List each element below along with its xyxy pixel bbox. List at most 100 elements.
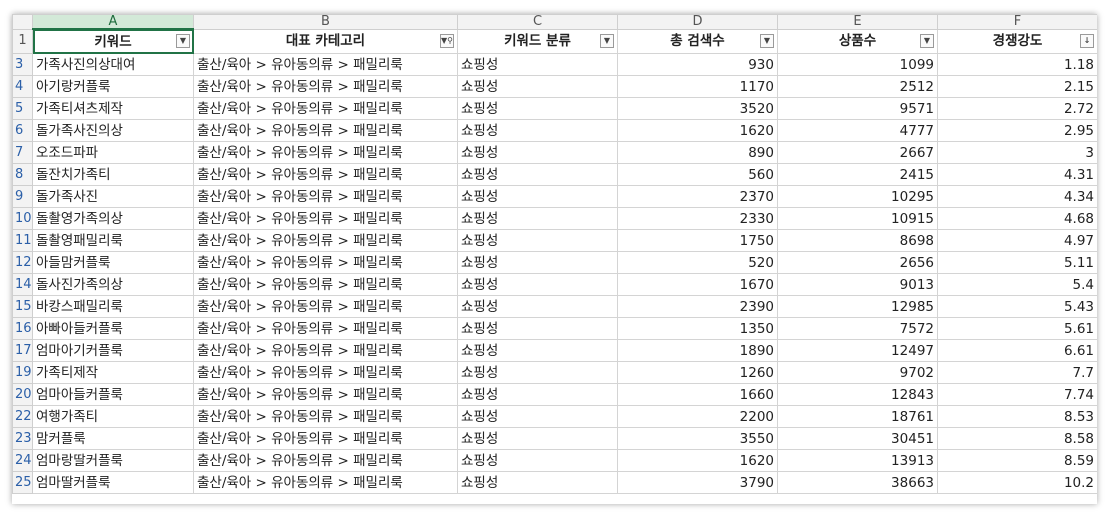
row-number[interactable]: 9 xyxy=(12,185,33,208)
cell-category[interactable]: 출산/육아 > 유아동의류 > 패밀리룩 xyxy=(193,383,458,406)
cell-competition[interactable]: 6.61 xyxy=(937,339,1097,362)
cell-keyword-type[interactable]: 쇼핑성 xyxy=(457,383,618,406)
cell-keyword-type[interactable]: 쇼핑성 xyxy=(457,229,618,252)
cell-competition[interactable]: 2.72 xyxy=(937,97,1097,120)
cell-category[interactable]: 출산/육아 > 유아동의류 > 패밀리룩 xyxy=(193,229,458,252)
cell-competition[interactable]: 10.2 xyxy=(937,471,1097,494)
cell-product-count[interactable]: 30451 xyxy=(777,427,938,450)
cell-keyword-type[interactable]: 쇼핑성 xyxy=(457,361,618,384)
header-cell-total-search[interactable]: 총 검색수 ▼ xyxy=(617,28,778,54)
cell-competition[interactable]: 5.4 xyxy=(937,273,1097,296)
cell-category[interactable]: 출산/육아 > 유아동의류 > 패밀리룩 xyxy=(193,339,458,362)
cell-keyword-type[interactable]: 쇼핑성 xyxy=(457,163,618,186)
cell-competition[interactable]: 4.97 xyxy=(937,229,1097,252)
filter-active-icon[interactable]: ▼⚲ xyxy=(440,33,454,48)
cell-total-search[interactable]: 1890 xyxy=(617,339,778,362)
row-number[interactable]: 8 xyxy=(12,163,33,186)
cell-category[interactable]: 출산/육아 > 유아동의류 > 패밀리룩 xyxy=(193,273,458,296)
cell-keyword[interactable]: 맘커플룩 xyxy=(32,427,194,450)
cell-category[interactable]: 출산/육아 > 유아동의류 > 패밀리룩 xyxy=(193,471,458,494)
cell-total-search[interactable]: 3790 xyxy=(617,471,778,494)
cell-product-count[interactable]: 4777 xyxy=(777,119,938,142)
cell-keyword-type[interactable]: 쇼핑성 xyxy=(457,185,618,208)
cell-product-count[interactable]: 7572 xyxy=(777,317,938,340)
filter-dropdown-icon[interactable]: ▼ xyxy=(760,33,774,48)
cell-competition[interactable]: 4.31 xyxy=(937,163,1097,186)
cell-keyword-type[interactable]: 쇼핑성 xyxy=(457,295,618,318)
cell-category[interactable]: 출산/육아 > 유아동의류 > 패밀리룩 xyxy=(193,163,458,186)
cell-product-count[interactable]: 2656 xyxy=(777,251,938,274)
column-letter-a[interactable]: A xyxy=(32,14,194,30)
cell-keyword[interactable]: 가족사진의상대여 xyxy=(32,53,194,76)
cell-competition[interactable]: 5.43 xyxy=(937,295,1097,318)
cell-total-search[interactable]: 1260 xyxy=(617,361,778,384)
cell-keyword[interactable]: 오조드파파 xyxy=(32,141,194,164)
cell-product-count[interactable]: 12985 xyxy=(777,295,938,318)
cell-total-search[interactable]: 1620 xyxy=(617,119,778,142)
cell-category[interactable]: 출산/육아 > 유아동의류 > 패밀리룩 xyxy=(193,427,458,450)
cell-total-search[interactable]: 2370 xyxy=(617,185,778,208)
row-number[interactable]: 24 xyxy=(12,449,33,472)
row-number[interactable]: 1 xyxy=(12,28,33,54)
cell-keyword-type[interactable]: 쇼핑성 xyxy=(457,97,618,120)
cell-keyword[interactable]: 돌사진가족의상 xyxy=(32,273,194,296)
cell-competition[interactable]: 5.11 xyxy=(937,251,1097,274)
cell-total-search[interactable]: 2330 xyxy=(617,207,778,230)
cell-product-count[interactable]: 2415 xyxy=(777,163,938,186)
row-number[interactable]: 4 xyxy=(12,75,33,98)
cell-keyword-type[interactable]: 쇼핑성 xyxy=(457,449,618,472)
cell-total-search[interactable]: 2390 xyxy=(617,295,778,318)
row-number[interactable]: 14 xyxy=(12,273,33,296)
cell-total-search[interactable]: 3520 xyxy=(617,97,778,120)
row-number[interactable]: 16 xyxy=(12,317,33,340)
cell-category[interactable]: 출산/육아 > 유아동의류 > 패밀리룩 xyxy=(193,449,458,472)
cell-competition[interactable]: 2.95 xyxy=(937,119,1097,142)
cell-competition[interactable]: 5.61 xyxy=(937,317,1097,340)
cell-keyword[interactable]: 엄마랑딸커플룩 xyxy=(32,449,194,472)
column-letter-b[interactable]: B xyxy=(193,14,458,30)
cell-category[interactable]: 출산/육아 > 유아동의류 > 패밀리룩 xyxy=(193,97,458,120)
cell-category[interactable]: 출산/육아 > 유아동의류 > 패밀리룩 xyxy=(193,317,458,340)
row-number[interactable]: 7 xyxy=(12,141,33,164)
row-number[interactable]: 20 xyxy=(12,383,33,406)
cell-total-search[interactable]: 1170 xyxy=(617,75,778,98)
cell-keyword-type[interactable]: 쇼핑성 xyxy=(457,339,618,362)
cell-product-count[interactable]: 9702 xyxy=(777,361,938,384)
row-number[interactable]: 17 xyxy=(12,339,33,362)
cell-keyword[interactable]: 엄마아들커플룩 xyxy=(32,383,194,406)
row-number[interactable]: 3 xyxy=(12,53,33,76)
cell-category[interactable]: 출산/육아 > 유아동의류 > 패밀리룩 xyxy=(193,405,458,428)
cell-total-search[interactable]: 1660 xyxy=(617,383,778,406)
cell-product-count[interactable]: 38663 xyxy=(777,471,938,494)
cell-keyword[interactable]: 돌촬영패밀리룩 xyxy=(32,229,194,252)
cell-total-search[interactable]: 3550 xyxy=(617,427,778,450)
cell-category[interactable]: 출산/육아 > 유아동의류 > 패밀리룩 xyxy=(193,141,458,164)
cell-keyword[interactable]: 엄마딸커플룩 xyxy=(32,471,194,494)
cell-total-search[interactable]: 1670 xyxy=(617,273,778,296)
cell-product-count[interactable]: 10295 xyxy=(777,185,938,208)
cell-category[interactable]: 출산/육아 > 유아동의류 > 패밀리룩 xyxy=(193,75,458,98)
cell-product-count[interactable]: 10915 xyxy=(777,207,938,230)
cell-product-count[interactable]: 12843 xyxy=(777,383,938,406)
cell-competition[interactable]: 3 xyxy=(937,141,1097,164)
cell-total-search[interactable]: 1750 xyxy=(617,229,778,252)
header-cell-category[interactable]: 대표 카테고리 ▼⚲ xyxy=(193,28,458,54)
cell-competition[interactable]: 1.18 xyxy=(937,53,1097,76)
cell-product-count[interactable]: 8698 xyxy=(777,229,938,252)
cell-keyword[interactable]: 가족티제작 xyxy=(32,361,194,384)
cell-product-count[interactable]: 1099 xyxy=(777,53,938,76)
header-cell-competition[interactable]: 경쟁강도 ↓ xyxy=(937,28,1097,54)
row-number[interactable]: 19 xyxy=(12,361,33,384)
header-cell-keyword-type[interactable]: 키워드 분류 ▼ xyxy=(457,28,618,54)
cell-keyword-type[interactable]: 쇼핑성 xyxy=(457,317,618,340)
column-letter-d[interactable]: D xyxy=(617,14,778,30)
cell-category[interactable]: 출산/육아 > 유아동의류 > 패밀리룩 xyxy=(193,185,458,208)
row-number[interactable]: 10 xyxy=(12,207,33,230)
row-number[interactable]: 11 xyxy=(12,229,33,252)
row-number[interactable]: 6 xyxy=(12,119,33,142)
cell-total-search[interactable]: 560 xyxy=(617,163,778,186)
row-number[interactable]: 15 xyxy=(12,295,33,318)
cell-total-search[interactable]: 1350 xyxy=(617,317,778,340)
row-number[interactable]: 22 xyxy=(12,405,33,428)
cell-product-count[interactable]: 9013 xyxy=(777,273,938,296)
